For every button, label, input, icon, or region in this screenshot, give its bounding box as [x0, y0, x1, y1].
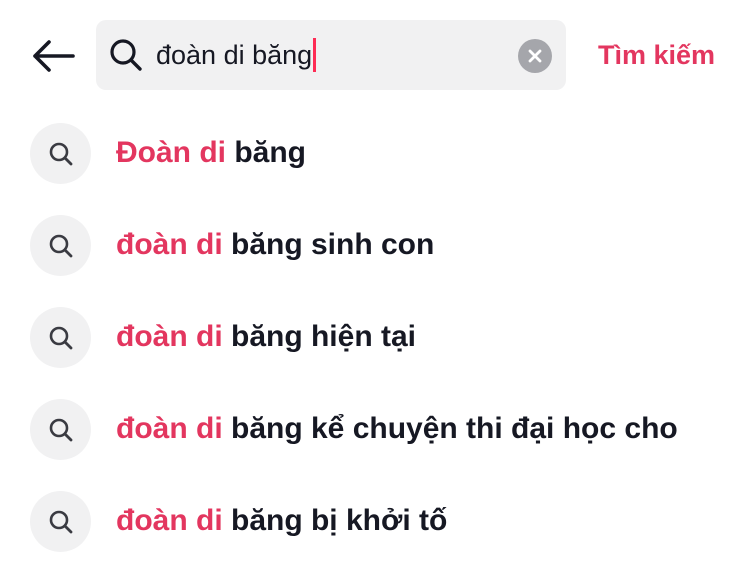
suggestion-highlight: đoàn di — [116, 320, 223, 353]
suggestion-icon-wrap — [30, 123, 91, 184]
suggestion-highlight: đoàn di — [116, 504, 223, 537]
search-icon — [49, 326, 72, 349]
suggestion-item[interactable]: Đoàn di băng — [0, 107, 752, 199]
search-icon — [49, 418, 72, 441]
suggestion-list: Đoàn di băng đoàn di băng sinh con đoàn … — [0, 107, 752, 567]
suggestion-rest: băng bị khởi tố — [222, 504, 448, 537]
suggestion-highlight: Đoàn di — [116, 136, 226, 169]
suggestion-icon-wrap — [30, 307, 91, 368]
suggestion-rest: băng sinh con — [222, 228, 435, 261]
search-submit-button[interactable]: Tìm kiếm — [598, 20, 715, 90]
search-screen: đoàn di băng Tìm kiếm Đoàn di băng đoàn … — [0, 0, 752, 570]
suggestion-item[interactable]: đoàn di băng bị khởi tố — [0, 475, 752, 567]
suggestion-highlight: đoàn di — [116, 412, 223, 445]
suggestion-text: Đoàn di băng — [116, 107, 306, 199]
search-icon — [110, 39, 142, 71]
search-field[interactable]: đoàn di băng — [96, 20, 566, 90]
suggestion-rest: băng hiện tại — [222, 320, 417, 353]
back-button[interactable] — [28, 34, 78, 78]
search-icon — [49, 234, 72, 257]
clear-search-button[interactable] — [518, 39, 552, 73]
suggestion-item[interactable]: đoàn di băng hiện tại — [0, 291, 752, 383]
suggestion-item[interactable]: đoàn di băng sinh con — [0, 199, 752, 291]
suggestion-icon-wrap — [30, 215, 91, 276]
suggestion-text: đoàn di băng hiện tại — [116, 291, 416, 383]
suggestion-text: đoàn di băng sinh con — [116, 199, 434, 291]
arrow-left-icon[interactable] — [31, 39, 75, 73]
search-icon — [49, 510, 72, 533]
search-input[interactable]: đoàn di băng — [156, 34, 317, 76]
search-input-value: đoàn di băng — [156, 40, 313, 70]
suggestion-icon-wrap — [30, 491, 91, 552]
suggestion-text: đoàn di băng kể chuyện thi đại học cho — [116, 383, 678, 475]
suggestion-text: đoàn di băng bị khởi tố — [116, 475, 447, 567]
search-icon — [49, 142, 72, 165]
suggestion-item[interactable]: đoàn di băng kể chuyện thi đại học cho — [0, 383, 752, 475]
suggestion-rest: băng — [226, 136, 306, 169]
suggestion-rest: băng kể chuyện thi đại học cho — [222, 412, 678, 445]
text-caret — [313, 37, 317, 72]
suggestion-highlight: đoàn di — [116, 228, 223, 261]
suggestion-icon-wrap — [30, 399, 91, 460]
search-header: đoàn di băng Tìm kiếm — [0, 20, 752, 90]
clear-circle-icon — [528, 49, 542, 63]
